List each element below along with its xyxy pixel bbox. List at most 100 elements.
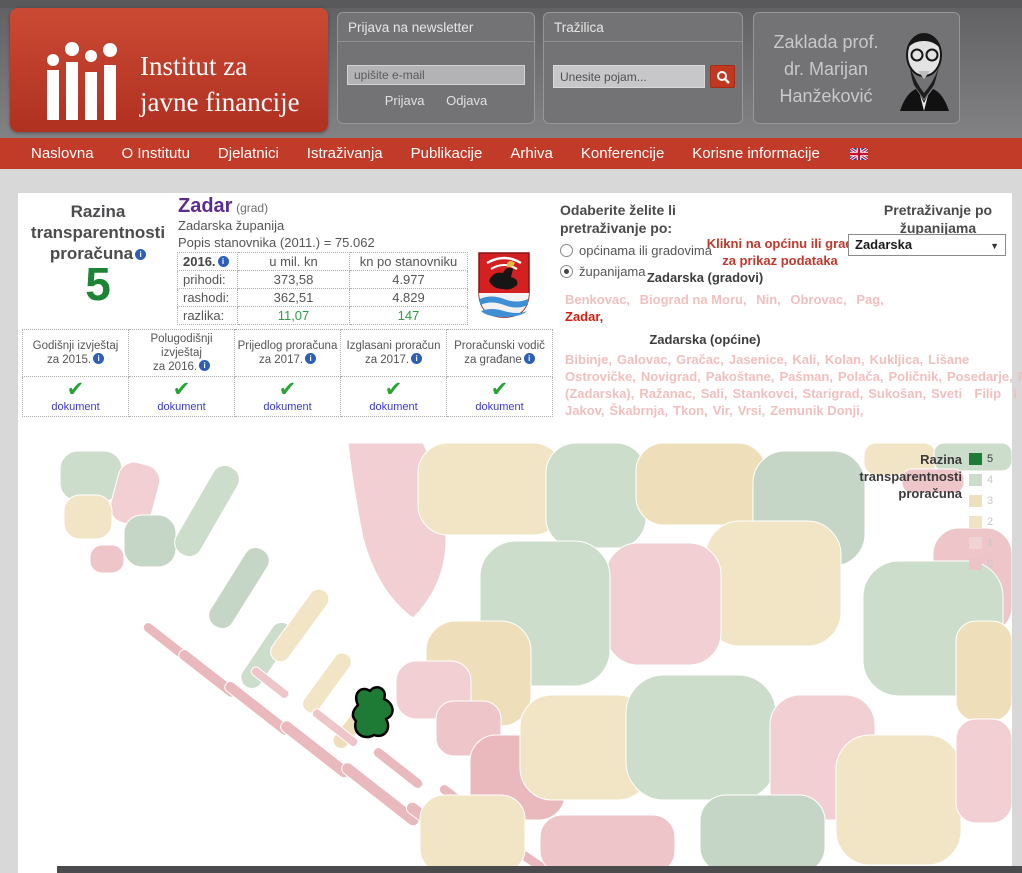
legend-swatch (969, 453, 982, 465)
search-input[interactable] (553, 65, 705, 88)
municipality-link[interactable]: Novigrad, (641, 369, 701, 384)
footer-bar (57, 866, 1022, 873)
map-region-zadar-highlight[interactable] (353, 687, 393, 737)
municipality-link[interactable]: Sali, (701, 386, 728, 401)
site-logo[interactable]: Institut za javne financije (10, 8, 328, 132)
city-link-obrovac[interactable]: Obrovac, (790, 292, 846, 307)
nav-naslovna[interactable]: Naslovna (31, 145, 94, 162)
legend-title: Razina transparentnosti proračuna (856, 451, 962, 570)
nav-konferencije[interactable]: Konferencije (581, 145, 664, 162)
city-link-pag[interactable]: Pag, (856, 292, 883, 307)
search-button[interactable] (710, 65, 735, 88)
check-icon: ✔ (129, 380, 234, 400)
legend-swatch (969, 495, 982, 507)
municipality-link[interactable]: Gračac, (676, 352, 724, 367)
municipality-link[interactable]: Jasenice, (729, 352, 788, 367)
search-mode-question: Odaberite želite li pretraživanje po: (560, 201, 676, 237)
info-icon[interactable]: i (218, 256, 229, 267)
legend-swatch (969, 537, 982, 549)
document-link[interactable]: dokument (341, 401, 446, 413)
city-link-nin[interactable]: Nin, (756, 292, 781, 307)
municipality-link[interactable]: Kali, (792, 352, 819, 367)
document-link[interactable]: dokument (235, 401, 340, 413)
info-icon[interactable]: i (135, 249, 146, 260)
municipality-link[interactable]: Zemunik Donji, (770, 403, 863, 418)
top-strip (0, 0, 1022, 8)
nav-arhiva[interactable]: Arhiva (510, 145, 553, 162)
site-title: Institut za javne financije (140, 48, 300, 120)
info-icon[interactable]: i (93, 353, 104, 364)
municipality-link[interactable]: Vrsi, (738, 403, 765, 418)
table-row: prihodi: 373,58 4.977 (178, 271, 468, 289)
doc-header: Polugodišnji izvještaj za 2016.i (129, 330, 235, 377)
info-icon[interactable]: i (305, 353, 316, 364)
foundation-title: Zaklada prof. dr. Marijan Hanžeković (760, 29, 892, 110)
newsletter-email-input[interactable] (347, 65, 525, 85)
portrait-icon (896, 27, 952, 111)
nav-korisne-informacije[interactable]: Korisne informacije (692, 145, 820, 162)
city-link-benkovac[interactable]: Benkovac, (565, 292, 630, 307)
municipality-link[interactable]: Kukljica, (870, 352, 923, 367)
municipality-link[interactable]: Ražanac, (639, 386, 695, 401)
check-icon: ✔ (23, 380, 128, 400)
header: Institut za javne financije Prijava na n… (0, 8, 1022, 138)
zadar-coat-of-arms (477, 251, 531, 319)
magnifier-icon (716, 70, 730, 84)
newsletter-login-link[interactable]: Prijava (385, 93, 425, 108)
municipality-link[interactable]: Tkon, (673, 403, 708, 418)
info-icon[interactable]: i (199, 360, 210, 371)
document-link[interactable]: dokument (23, 401, 128, 413)
municipality-link[interactable]: Starigrad, (803, 386, 864, 401)
doc-header: Godišnji izvještaj za 2015.i (23, 330, 129, 377)
nav-istrazivanja[interactable]: Istraživanja (307, 145, 383, 162)
documents-table: Godišnji izvještaj za 2015.i Polugodišnj… (22, 329, 553, 417)
chevron-down-icon: ▼ (990, 235, 999, 257)
city-link-biograd[interactable]: Biograd na Moru, (640, 292, 747, 307)
nav-o-institutu[interactable]: O Institutu (122, 145, 190, 162)
cities-list: Benkovac, Biograd na Moru, Nin, Obrovac,… (565, 291, 895, 325)
document-link[interactable]: dokument (129, 401, 234, 413)
municipality-link[interactable]: Škabrnja, (610, 403, 669, 418)
main-nav: Naslovna O Institutu Djelatnici Istraživ… (0, 138, 1022, 169)
municipality-link[interactable]: Kolan, (825, 352, 865, 367)
doc-header: Izglasani proračun za 2017.i (341, 330, 447, 377)
newsletter-logout-link[interactable]: Odjava (446, 93, 487, 108)
page: Institut za javne financije Prijava na n… (0, 0, 1022, 873)
transparency-score-value: 5 (18, 274, 178, 295)
city-link-zadar-active[interactable]: Zadar, (565, 309, 603, 324)
municipalities-section-title: Zadarska (općine) (560, 332, 850, 347)
uk-flag-icon[interactable] (850, 148, 868, 160)
check-icon: ✔ (447, 380, 552, 400)
municipality-link[interactable]: Pašman, (779, 369, 832, 384)
nav-publikacije[interactable]: Publikacije (411, 145, 483, 162)
municipality-link[interactable]: Bibinje, (565, 352, 612, 367)
municipality-link[interactable]: Vir, (713, 403, 733, 418)
table-row: rashodi: 362,51 4.829 (178, 289, 468, 307)
municipality-link[interactable]: Povljana, (1018, 369, 1022, 384)
info-icon[interactable]: i (524, 353, 535, 364)
municipality-link[interactable]: Sukošan, (868, 386, 926, 401)
municipality-link[interactable]: Pakoštane, (706, 369, 775, 384)
radio-button-icon[interactable] (560, 244, 573, 257)
municipality-link[interactable]: Posedarje, (947, 369, 1013, 384)
county-select[interactable]: Zadarska ▼ (848, 234, 1006, 256)
check-icon: ✔ (341, 380, 446, 400)
search-title: Tražilica (544, 13, 742, 42)
nav-djelatnici[interactable]: Djelatnici (218, 145, 279, 162)
newsletter-title: Prijava na newsletter (338, 13, 534, 42)
search-box: Tražilica (543, 12, 743, 124)
legend-item-5: 5 (969, 453, 993, 465)
municipality-link[interactable]: Polača, (838, 369, 884, 384)
document-link[interactable]: dokument (447, 401, 552, 413)
legend-swatch (969, 516, 982, 528)
legend-swatch (969, 558, 982, 570)
municipality-link[interactable]: Poličnik, (888, 369, 941, 384)
cities-section-title: Zadarska (gradovi) (560, 270, 850, 285)
doc-header: Proračunski vodič za građanei (447, 330, 553, 377)
municipality-link[interactable]: Stankovci, (733, 386, 798, 401)
foundation-box[interactable]: Zaklada prof. dr. Marijan Hanžeković (753, 12, 960, 124)
info-icon[interactable]: i (411, 353, 422, 364)
entity-name-link[interactable]: Zadar (178, 195, 232, 217)
municipality-link[interactable]: Galovac, (617, 352, 671, 367)
entity-population: Popis stanovnika (2011.) = 75.062 (178, 234, 375, 251)
